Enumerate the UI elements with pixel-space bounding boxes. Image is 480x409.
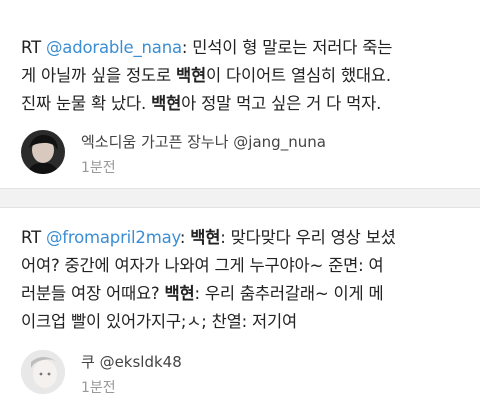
tweet-text: RT @adorable_nana: 민석이 형 말로는 저러다 죽는 게 아닐까… [21,34,466,118]
author-name[interactable]: 엑소디움 가고픈 장누나 @jang_nuna [81,131,326,152]
tweet-text-segment: : 우리 춤추러갈래~ 이게 메 [194,284,384,303]
highlighted-keyword: 백현 [151,94,182,113]
tweet-line: RT @adorable_nana: 민석이 형 말로는 저러다 죽는 [21,34,466,62]
highlighted-keyword: 백현 [164,284,195,303]
tweet-line: RT @fromapril2may: 백현: 맞다맞다 우리 영상 보셨 [21,224,466,252]
timestamp: 1분전 [81,380,116,396]
tweet-text-segment: : 민석이 형 말로는 저러다 죽는 [181,38,393,57]
tweet-text-segment: 게 아닐까 싶을 정도로 [21,66,176,85]
tweet-text-segment: RT [21,38,46,57]
tweet-text-segment: 이 다이어트 열심히 했대요. [205,66,391,85]
highlighted-keyword: 백현 [176,66,206,85]
mention-link[interactable]: @adorable_nana [46,38,182,57]
tweet-text-segment: 러분들 여장 어때요? [21,284,165,303]
tweet-text: RT @fromapril2may: 백현: 맞다맞다 우리 영상 보셨 어여? … [21,224,466,336]
tweet-text-segment: 이크업 빨이 있어가지구;ㅅ; 찬열: 저기여 [21,312,297,331]
tweet-divider [0,188,480,208]
timestamp: 1분전 [81,160,116,176]
tweet-text-segment: RT [21,228,46,247]
tweet-line: 어여? 중간에 여자가 나와여 그게 누구야아~ 준면: 여 [21,252,466,280]
tweet-text-segment: : 맞다맞다 우리 영상 보셨 [220,228,396,247]
highlighted-keyword: 백현 [190,228,221,247]
mention-link[interactable]: @fromapril2may [46,228,180,247]
user-avatar-icon[interactable] [21,350,65,394]
tweet-text-segment: 어여? 중간에 여자가 나와여 그게 누구야아~ 준면: 여 [21,256,384,275]
tweet-line: 러분들 여장 어때요? 백현: 우리 춤추러갈래~ 이게 메 [21,280,466,308]
tweet-text-segment: 아 정말 먹고 싶은 거 다 먹자. [181,94,382,113]
tweet-text-segment: 진짜 눈물 확 났다. [21,94,152,113]
tweet-card[interactable]: RT @fromapril2may: 백현: 맞다맞다 우리 영상 보셨 어여? … [0,208,480,409]
tweet-line: 이크업 빨이 있어가지구;ㅅ; 찬열: 저기여 [21,308,466,336]
author-name[interactable]: 쿠 @eksldk48 [81,351,182,372]
tweet-line: 진짜 눈물 확 났다. 백현아 정말 먹고 싶은 거 다 먹자. [21,90,466,118]
user-avatar-icon[interactable] [21,130,65,174]
tweet-text-segment: : [179,228,191,247]
tweet-line: 게 아닐까 싶을 정도로 백현이 다이어트 열심히 했대요. [21,62,466,90]
tweet-card[interactable]: RT @adorable_nana: 민석이 형 말로는 저러다 죽는 게 아닐까… [0,0,480,188]
